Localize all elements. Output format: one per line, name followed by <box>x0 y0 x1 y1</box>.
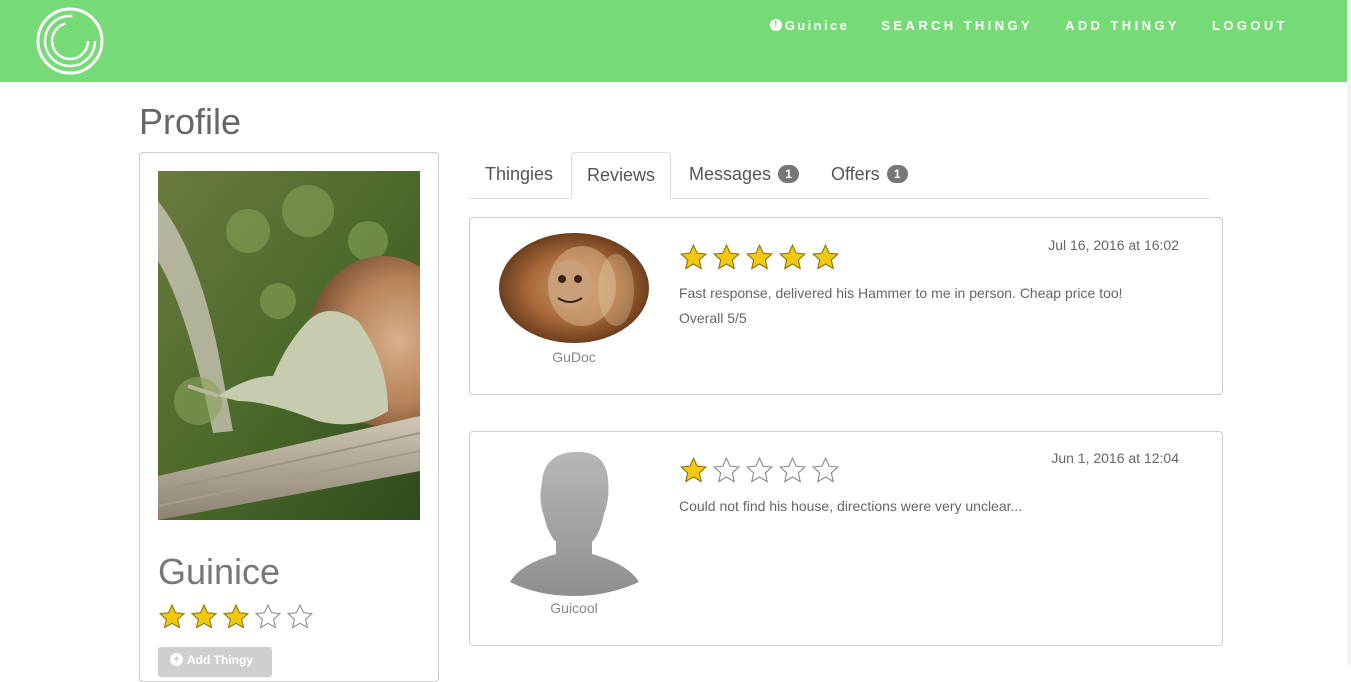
profile-card: Guinice + Add Thingy <box>139 152 439 682</box>
nav-search-link[interactable]: SEARCH THINGY <box>881 17 1033 33</box>
star-icon <box>778 456 807 483</box>
review-date: Jun 1, 2016 at 12:04 <box>1051 450 1179 466</box>
profile-photo <box>158 171 420 520</box>
review-rating <box>679 456 840 485</box>
nav-links: ! Guinice SEARCH THINGY ADD THINGY LOGOU… <box>769 17 1288 33</box>
nav-user-label: Guinice <box>784 17 850 33</box>
star-icon <box>679 456 708 483</box>
tab-label: Thingies <box>485 164 554 184</box>
star-icon <box>745 243 774 270</box>
profile-tabs: Thingies Reviews Messages 1 Offers 1 <box>469 152 1209 199</box>
tab-thingies[interactable]: Thingies <box>485 152 553 199</box>
star-icon <box>254 603 282 629</box>
star-icon <box>712 456 741 483</box>
review-card: Guicool Jun 1, 2016 at 12:04 Could not f… <box>469 431 1223 646</box>
reviewer-name[interactable]: Guicool <box>498 600 650 616</box>
reviewer-avatar[interactable] <box>498 232 650 350</box>
page-scrollbar[interactable] <box>1347 0 1351 665</box>
star-icon <box>190 603 218 629</box>
star-icon <box>811 456 840 483</box>
alert-icon: ! <box>769 19 782 31</box>
review-rating <box>679 243 840 272</box>
reviewer-avatar[interactable] <box>498 450 650 601</box>
nav-logout-link[interactable]: LOGOUT <box>1212 17 1288 33</box>
star-icon <box>679 243 708 270</box>
tab-label: Reviews <box>586 165 656 185</box>
review-overall: Overall 5/5 <box>679 310 747 326</box>
review-text: Could not find his house, directions wer… <box>679 498 1023 514</box>
tab-offers[interactable]: Offers 1 <box>831 152 908 199</box>
review-text: Fast response, delivered his Hammer to m… <box>679 285 1123 301</box>
plus-icon: + <box>170 653 183 666</box>
add-thingy-button[interactable]: + Add Thingy <box>158 647 272 677</box>
top-navbar: ! Guinice SEARCH THINGY ADD THINGY LOGOU… <box>0 0 1351 82</box>
star-icon <box>222 603 250 629</box>
reviewer-name[interactable]: GuDoc <box>498 349 650 365</box>
site-logo[interactable] <box>35 7 105 75</box>
messages-count-badge: 1 <box>778 165 800 183</box>
star-icon <box>778 243 807 270</box>
review-card: GuDoc Jul 16, 2016 at 16:02 Fast respons… <box>469 217 1223 395</box>
nav-add-link[interactable]: ADD THINGY <box>1065 17 1180 33</box>
profile-name: Guinice <box>158 551 281 592</box>
nav-user-link[interactable]: ! Guinice <box>769 17 850 33</box>
review-date: Jul 16, 2016 at 16:02 <box>1048 237 1179 253</box>
star-icon <box>745 456 774 483</box>
tab-messages[interactable]: Messages 1 <box>689 152 800 199</box>
offers-count-badge: 1 <box>886 165 908 183</box>
star-icon <box>286 603 314 629</box>
tab-reviews[interactable]: Reviews <box>571 152 671 199</box>
tab-label: Offers <box>831 164 880 184</box>
star-icon <box>811 243 840 270</box>
profile-rating <box>158 603 314 631</box>
star-icon <box>712 243 741 270</box>
tab-label: Messages <box>689 164 772 184</box>
page-title: Profile <box>139 101 242 142</box>
star-icon <box>158 603 186 629</box>
